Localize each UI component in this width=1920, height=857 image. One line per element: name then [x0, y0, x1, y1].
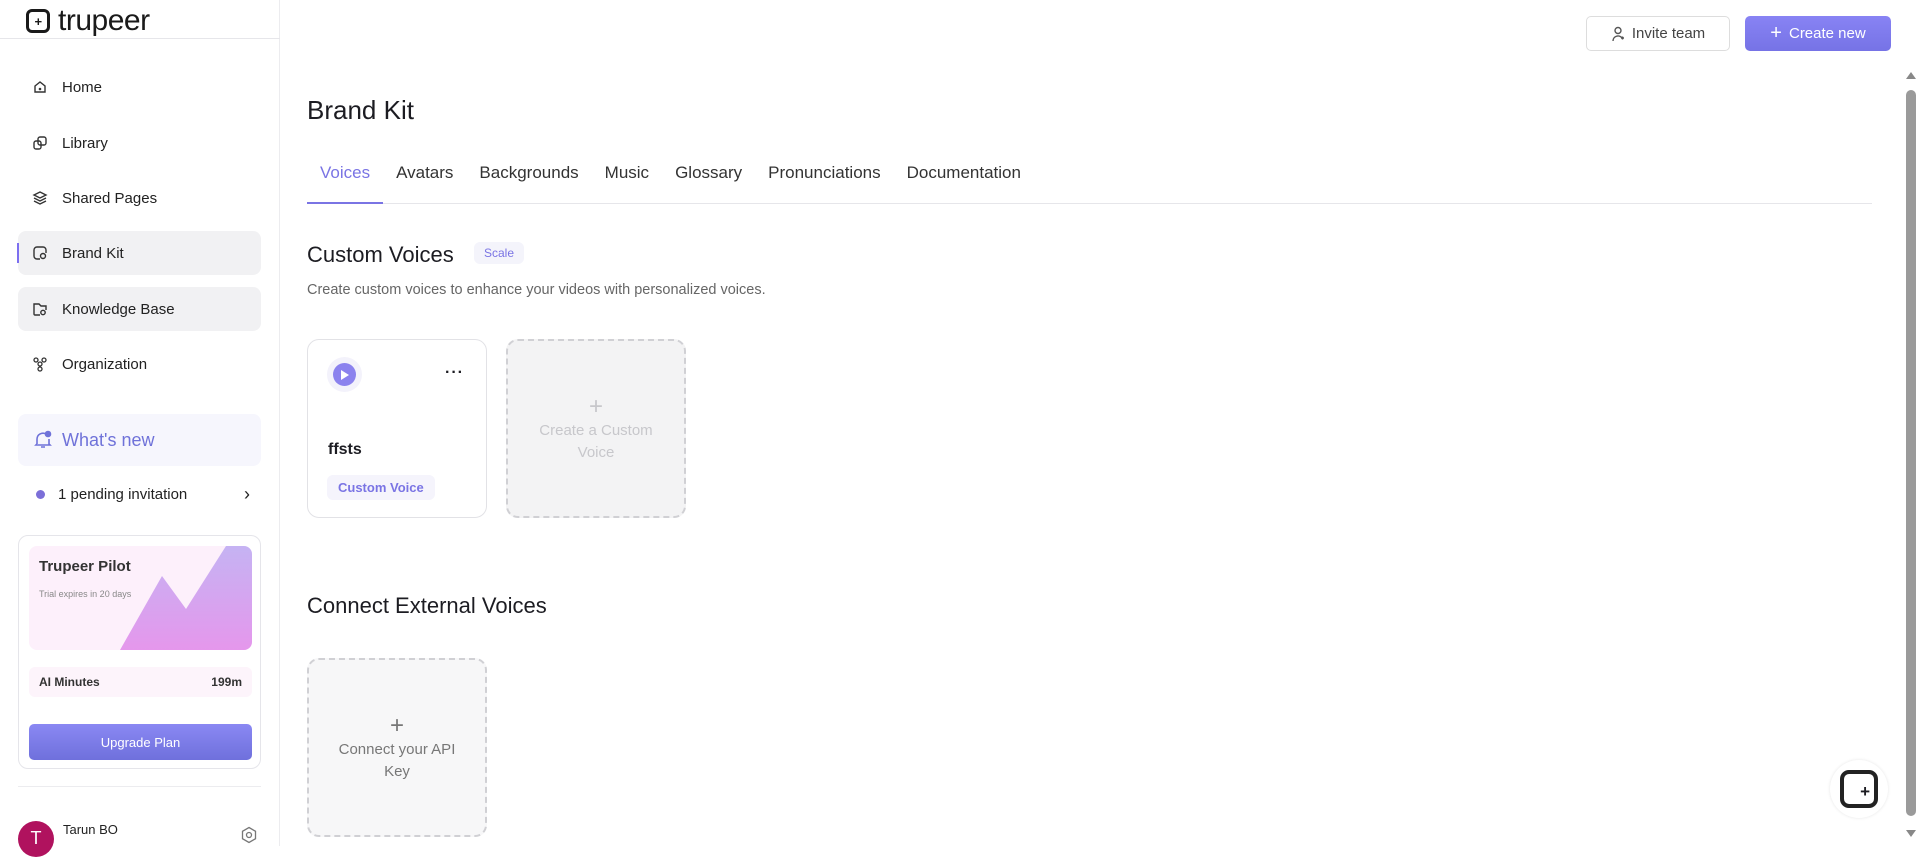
- home-icon: [34, 81, 46, 93]
- tab-glossary[interactable]: Glossary: [662, 160, 755, 204]
- logo-icon: +: [26, 9, 50, 33]
- bell-icon: [34, 430, 52, 448]
- scrollbar[interactable]: [1902, 66, 1920, 846]
- user-plus-icon: [1612, 26, 1624, 41]
- create-custom-voice-label: Create a Custom Voice: [539, 421, 653, 461]
- tab-avatars[interactable]: Avatars: [383, 160, 466, 204]
- sidebar-item-label: Brand Kit: [62, 244, 124, 262]
- invite-team-label: Invite team: [1631, 25, 1706, 42]
- library-icon: [33, 136, 47, 150]
- sidebar-item-organization[interactable]: Organization: [18, 342, 261, 386]
- sidebar-item-label: Library: [62, 134, 108, 152]
- sidebar-item-library[interactable]: Library: [18, 121, 261, 165]
- create-new-label: Create new: [1788, 25, 1866, 42]
- scroll-down-icon[interactable]: [1906, 830, 1916, 837]
- voice-card[interactable]: ··· ffsts Custom Voice: [307, 339, 487, 518]
- pending-invitation[interactable]: 1 pending invitation ›: [36, 484, 250, 505]
- plan-card: Trupeer Pilot Trial expires in 20 days A…: [18, 535, 261, 769]
- tab-bar: Voices Avatars Backgrounds Music Glossar…: [307, 160, 1872, 204]
- connect-api-key-label: Connect your API Key: [338, 740, 456, 780]
- trupeer-plus-icon: +: [1840, 770, 1878, 808]
- plus-icon: +: [389, 711, 404, 739]
- plus-icon: +: [588, 392, 603, 420]
- layers-icon: [32, 191, 48, 205]
- status-dot: [36, 490, 45, 499]
- whats-new-label: What's new: [62, 429, 155, 450]
- plus-icon: +: [1770, 22, 1782, 44]
- divider: [0, 38, 280, 39]
- sidebar-item-label: Organization: [62, 355, 148, 373]
- plan-badge: Scale: [474, 242, 525, 264]
- page-title: Brand Kit: [307, 95, 414, 125]
- tab-backgrounds[interactable]: Backgrounds: [466, 160, 591, 204]
- custom-voices-heading: Custom Voices: [307, 242, 454, 267]
- voice-name: ffsts: [328, 441, 362, 458]
- ai-minutes-value: 199m: [211, 675, 242, 689]
- custom-voices-description: Create custom voices to enhance your vid…: [307, 282, 766, 298]
- user-name: Tarun BO: [63, 822, 118, 837]
- tab-voices[interactable]: Voices: [307, 160, 384, 204]
- plan-subtitle: Trial expires in 20 days: [39, 589, 132, 599]
- sidebar-item-knowledge-base[interactable]: Knowledge Base: [18, 287, 261, 331]
- create-new-button[interactable]: + Create new: [1745, 16, 1891, 51]
- sidebar-item-label: Home: [62, 78, 103, 96]
- play-icon[interactable]: [333, 363, 356, 386]
- sidebar-item-shared-pages[interactable]: Shared Pages: [18, 176, 261, 220]
- create-custom-voice-button[interactable]: + Create a Custom Voice: [506, 339, 686, 518]
- ai-minutes-row: AI Minutes 199m: [29, 667, 252, 697]
- invite-team-button[interactable]: Invite team: [1586, 16, 1730, 51]
- scrollbar-thumb[interactable]: [1906, 90, 1916, 816]
- sidebar-item-label: Shared Pages: [62, 189, 158, 207]
- tab-music[interactable]: Music: [592, 160, 662, 204]
- sidebar-item-label: Knowledge Base: [62, 300, 175, 318]
- floating-action-button[interactable]: +: [1830, 760, 1888, 818]
- chevron-right-icon: ›: [244, 484, 250, 504]
- logo[interactable]: + trupeer: [26, 4, 150, 38]
- sidebar-item-home[interactable]: Home: [18, 65, 261, 109]
- ai-minutes-label: AI Minutes: [39, 675, 100, 689]
- brand-kit-icon: [33, 246, 47, 260]
- sidebar: + trupeer Home Library Shared Pages Brand…: [0, 0, 280, 857]
- external-voices-heading: Connect External Voices: [307, 593, 547, 618]
- upgrade-plan-button[interactable]: Upgrade Plan: [29, 724, 252, 760]
- whats-new-button[interactable]: What's new: [18, 414, 261, 466]
- divider: [18, 786, 261, 787]
- sidebar-item-brand-kit[interactable]: Brand Kit: [17, 231, 261, 275]
- scroll-up-icon[interactable]: [1906, 72, 1916, 79]
- avatar[interactable]: T: [18, 821, 54, 857]
- folder-icon: [33, 303, 47, 316]
- organization-icon: [33, 357, 47, 372]
- voice-type-badge: Custom Voice: [327, 475, 435, 500]
- tab-documentation[interactable]: Documentation: [894, 160, 1034, 204]
- settings-icon[interactable]: [240, 826, 258, 844]
- plan-hero: Trupeer Pilot Trial expires in 20 days: [29, 546, 252, 650]
- plan-title: Trupeer Pilot: [39, 558, 131, 575]
- pending-label: 1 pending invitation: [58, 486, 188, 503]
- more-options-icon[interactable]: ···: [445, 364, 464, 382]
- connect-api-key-button[interactable]: + Connect your API Key: [307, 658, 487, 837]
- brand-name: trupeer: [58, 4, 150, 37]
- tab-pronunciations[interactable]: Pronunciations: [755, 160, 893, 204]
